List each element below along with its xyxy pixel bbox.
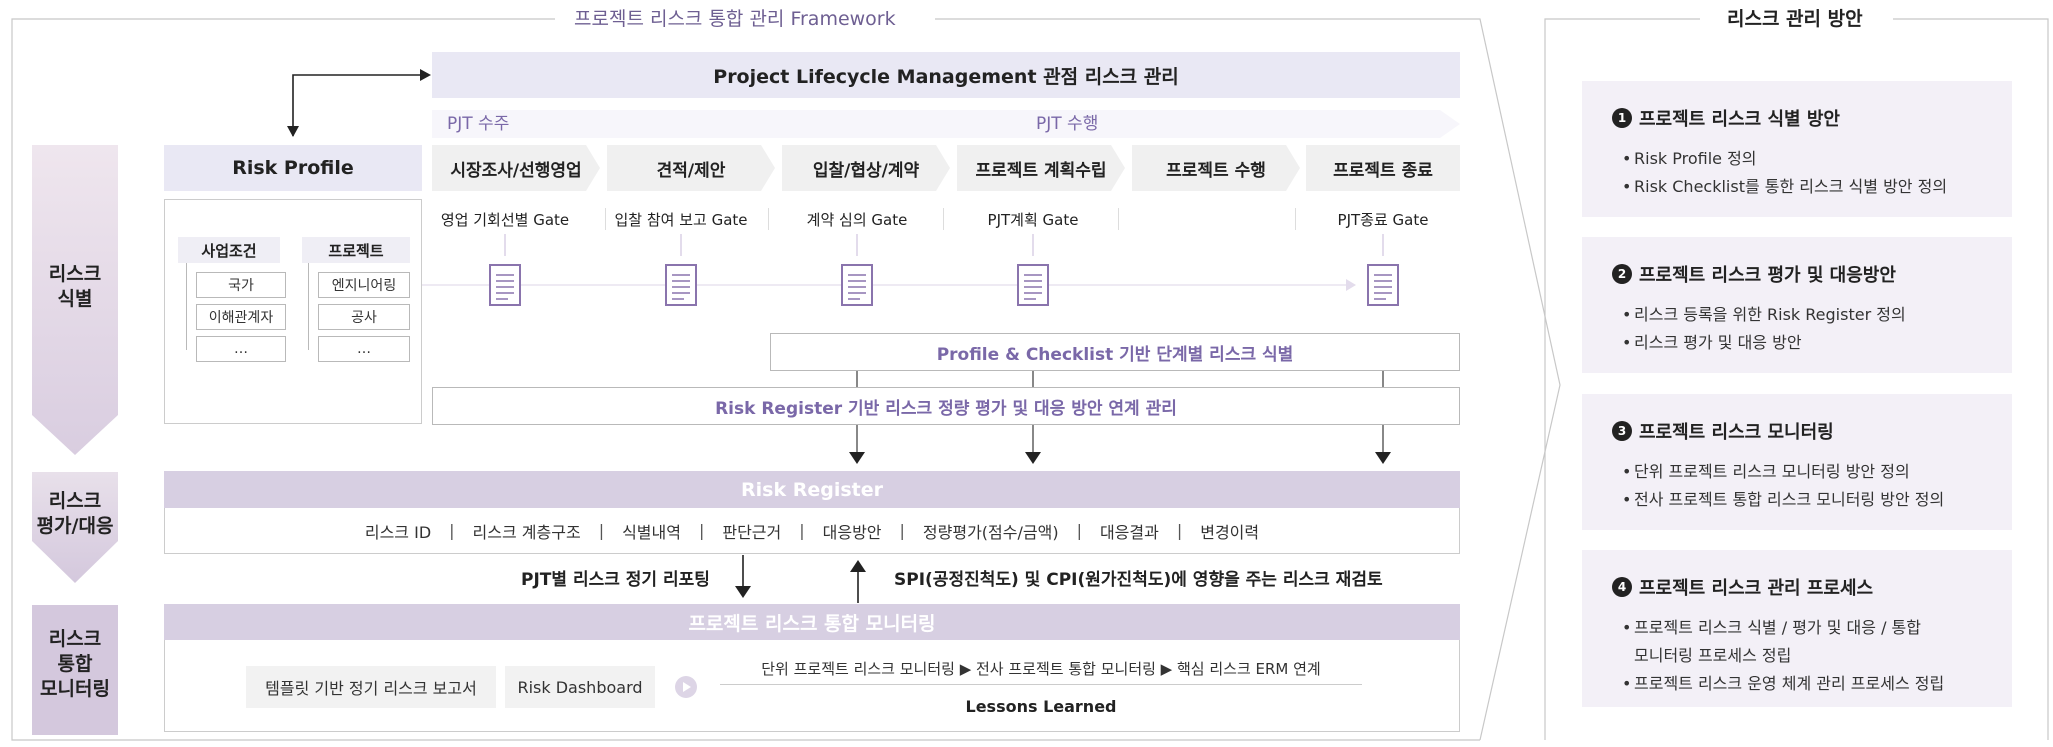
gate-label: 영업 기회선별 Gate — [440, 210, 570, 229]
document-icon — [1017, 264, 1049, 306]
monitoring-flow: 단위 프로젝트 리스크 모니터링 ▶ 전사 프로젝트 통합 모니터링 ▶ 핵심 … — [720, 653, 1362, 685]
number-badge-icon: 4 — [1612, 577, 1632, 597]
card-item: Risk Profile 정의 — [1612, 145, 1982, 173]
risk-register-link-box: Risk Register 기반 리스크 정량 평가 및 대응 방안 연계 관리 — [432, 387, 1460, 425]
card-title: 프로젝트 리스크 관리 프로세스 — [1639, 578, 1874, 599]
document-icon — [489, 264, 521, 306]
gate-label: PJT종료 Gate — [1337, 210, 1429, 229]
rr-field: 대응방안 — [822, 522, 882, 542]
rr-field: 정량평가(점수/금액) — [922, 522, 1059, 542]
risk-profile-header: Risk Profile — [164, 145, 422, 191]
document-icon — [841, 264, 873, 306]
card-title: 프로젝트 리스크 식별 방안 — [1639, 109, 1840, 130]
project-item: … — [318, 336, 410, 362]
rr-field: 변경이력 — [1200, 522, 1260, 542]
dashboard-pill: Risk Dashboard — [505, 666, 655, 708]
stage-bid-contract: 입찰/협상/계약 — [782, 145, 950, 191]
category-identify: 리스크 식별 — [48, 263, 102, 310]
lessons-learned: Lessons Learned — [965, 696, 1117, 716]
number-badge-icon: 3 — [1612, 421, 1632, 441]
card-item: 전사 프로젝트 통합 리스크 모니터링 방안 정의 — [1612, 486, 1982, 514]
card-process: 4 프로젝트 리스크 관리 프로세스 프로젝트 리스크 식별 / 평가 및 대응 … — [1582, 550, 2012, 707]
card-item: Risk Checklist를 통한 리스크 식별 방안 정의 — [1612, 173, 1982, 201]
rr-field: 판단근거 — [722, 522, 782, 542]
gate-label: 입찰 참여 보고 Gate — [614, 210, 748, 229]
stage-execution: 프로젝트 수행 — [1132, 145, 1300, 191]
card-monitor: 3 프로젝트 리스크 모니터링 단위 프로젝트 리스크 모니터링 방안 정의전사 … — [1582, 394, 2012, 530]
card-identify: 1 프로젝트 리스크 식별 방안 Risk Profile 정의Risk Chec… — [1582, 81, 2012, 217]
project-item: 엔지니어링 — [318, 272, 410, 298]
project-item: 공사 — [318, 304, 410, 330]
card-item: 리스크 평가 및 대응 방안 — [1612, 329, 1982, 357]
business-group-header: 사업조건 — [178, 237, 280, 263]
rr-field: 식별내역 — [622, 522, 681, 542]
number-badge-icon: 2 — [1612, 264, 1632, 284]
risk-register-fields: 리스크 ID | 리스크 계층구조 | 식별내역 | 판단근거 | 대응방안 | 정량평가… — [164, 508, 1460, 554]
number-badge-icon: 1 — [1612, 108, 1632, 128]
rr-field: 리스크 계층구조 — [472, 522, 581, 542]
card-title: 프로젝트 리스크 모니터링 — [1639, 422, 1834, 443]
card-item: 프로젝트 리스크 식별 / 평가 및 대응 / 통합 모니터링 프로세스 정립 — [1612, 614, 1932, 670]
category-monitor: 리스크 통합 모니터링 — [40, 628, 110, 700]
side-title: 리스크 관리 방안 — [1713, 6, 1877, 32]
play-icon — [675, 676, 697, 698]
reporting-right: SPI(공정진척도) 및 CPI(원가진척도)에 영향을 주는 리스크 재검토 — [894, 570, 1383, 590]
plm-banner: Project Lifecycle Management 관점 리스크 관리 — [432, 52, 1460, 98]
document-icon — [1367, 264, 1399, 306]
stage-closing: 프로젝트 종료 — [1306, 145, 1460, 191]
phase-label-order: PJT 수주 — [447, 114, 510, 134]
stage-planning: 프로젝트 계획수립 — [957, 145, 1125, 191]
rr-field: 대응결과 — [1099, 522, 1159, 542]
stage-estimate-proposal: 견적/제안 — [607, 145, 775, 191]
document-icon — [665, 264, 697, 306]
business-item: 이해관계자 — [196, 304, 286, 330]
card-title: 프로젝트 리스크 평가 및 대응방안 — [1639, 265, 1896, 286]
rr-field: 리스크 ID — [364, 522, 432, 542]
profile-checklist-box: Profile & Checklist 기반 단계별 리스크 식별 — [770, 333, 1460, 371]
category-assess: 리스크 평가/대응 — [36, 490, 114, 537]
business-item: 국가 — [196, 272, 286, 298]
business-item: … — [196, 336, 286, 362]
stage-market-research: 시장조사/선행영업 — [432, 145, 600, 191]
card-item: 프로젝트 리스크 운영 체계 관리 프로세스 정립 — [1612, 670, 1982, 698]
report-pill: 템플릿 기반 정기 리스크 보고서 — [246, 666, 496, 708]
gate-label — [1134, 206, 1280, 232]
risk-register-header: Risk Register — [164, 471, 1460, 508]
card-item: 리스크 등록을 위한 Risk Register 정의 — [1612, 301, 1982, 329]
reporting-left: PJT별 리스크 정기 리포팅 — [521, 570, 710, 590]
monitoring-header: 프로젝트 리스크 통합 모니터링 — [164, 604, 1460, 640]
project-group-header: 프로젝트 — [302, 237, 410, 263]
gate-label: 계약 심의 Gate — [806, 210, 908, 229]
phase-label-execute: PJT 수행 — [1036, 114, 1099, 134]
card-item: 단위 프로젝트 리스크 모니터링 방안 정의 — [1612, 458, 1982, 486]
gate-label: PJT계획 Gate — [987, 210, 1079, 229]
card-assess: 2 프로젝트 리스크 평가 및 대응방안 리스크 등록을 위한 Risk Regi… — [1582, 237, 2012, 373]
framework-title: 프로젝트 리스크 통합 관리 Framework — [560, 6, 910, 32]
